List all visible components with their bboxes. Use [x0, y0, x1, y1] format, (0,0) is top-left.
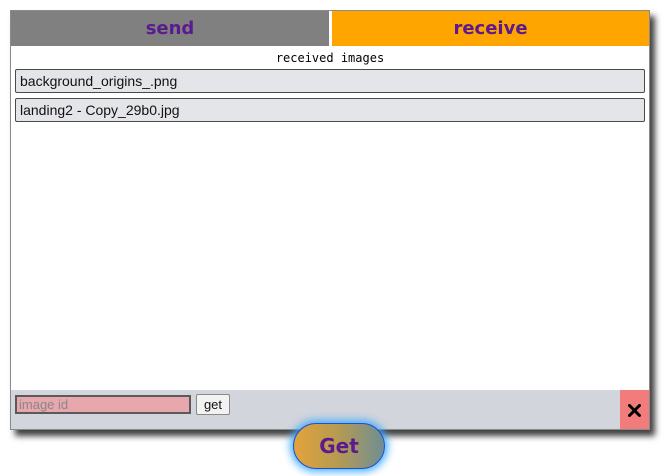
close-icon: [628, 404, 641, 417]
close-button[interactable]: [620, 390, 649, 429]
image-exchange-panel: send receive received images background_…: [10, 10, 650, 430]
get-button-small[interactable]: get: [196, 394, 230, 415]
received-images-title: received images: [275, 51, 385, 65]
list-item[interactable]: background_origins_.png: [15, 69, 645, 93]
image-id-input[interactable]: [15, 395, 191, 414]
list-item[interactable]: landing2 - Copy_29b0.jpg: [15, 98, 645, 122]
get-button[interactable]: Get: [293, 423, 385, 469]
tab-bar: send receive: [11, 11, 649, 46]
tab-send[interactable]: send: [11, 11, 329, 46]
tab-receive[interactable]: receive: [332, 11, 649, 46]
